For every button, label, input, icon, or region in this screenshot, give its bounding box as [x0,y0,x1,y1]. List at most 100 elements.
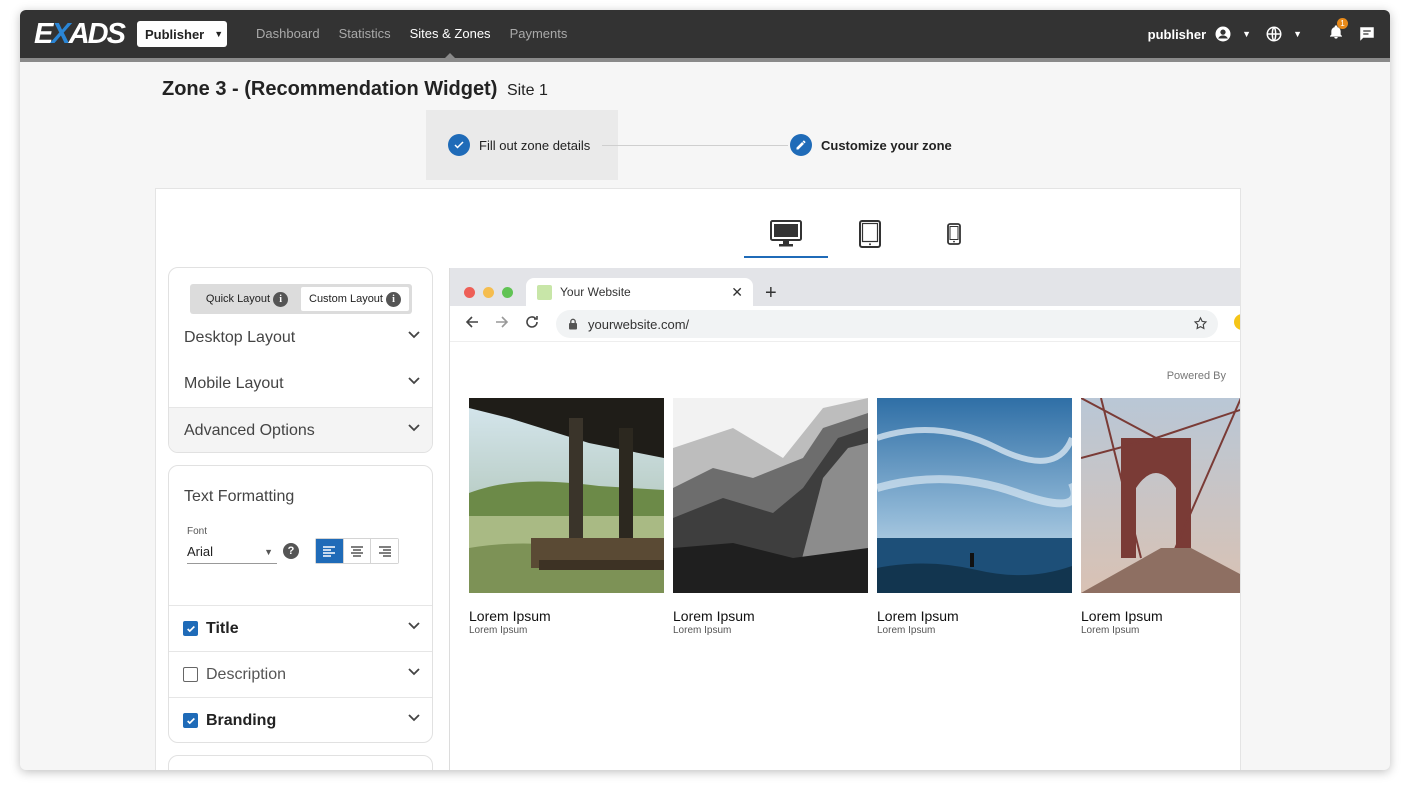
favicon-icon [537,284,552,300]
recommendation-title: Lorem Ipsum [877,608,959,624]
nav-accent-bar [20,58,1390,62]
notification-badge: 1 [1337,17,1348,29]
font-select[interactable]: Arial ▼ [187,540,277,564]
layout-card: Quick Layout i Custom Layout i Desktop L… [168,267,433,453]
url-text: yourwebsite.com/ [588,316,690,332]
lock-icon [569,318,577,330]
check-icon [448,134,470,156]
app-window: EXADS Publisher ▼ Dashboard Statistics S… [20,10,1390,770]
chat-icon[interactable] [1358,25,1376,43]
nav-link-statistics[interactable]: Statistics [339,10,391,58]
quick-layout-tab[interactable]: Quick Layout i [193,287,301,311]
window-maximize-dot [502,287,513,298]
website-preview: Your Website ✕ + yourwebsite.com/ Powere… [449,268,1240,770]
recommendation-description: Lorem Ipsum [877,625,936,636]
recommendation-image-mountain [673,398,868,593]
notifications-button[interactable]: 1 [1328,17,1348,46]
next-settings-card [168,755,433,770]
chevron-down-icon [408,331,420,339]
font-label: Font [187,526,208,537]
chevron-down-icon [408,668,420,676]
pencil-icon [790,134,812,156]
page-title: Zone 3 - (Recommendation Widget) Site 1 [162,78,548,101]
advanced-options-section[interactable]: Advanced Options [169,407,432,452]
username-label[interactable]: publisher [1148,27,1207,42]
exads-logo[interactable]: EXADS [34,18,126,51]
stepper-connector [602,145,788,146]
layout-mode-toggle: Quick Layout i Custom Layout i [190,284,412,314]
step-fill-details[interactable]: Fill out zone details [448,134,590,156]
top-navigation: EXADS Publisher ▼ Dashboard Statistics S… [20,10,1390,59]
option-description[interactable]: Description [169,651,432,697]
step-label: Fill out zone details [479,137,591,153]
text-align-group [315,538,399,564]
star-icon [1193,316,1208,330]
recommendation-description: Lorem Ipsum [1081,625,1140,636]
recommendation-item: Lorem Ipsum Lorem Ipsum [469,398,664,636]
recommendation-item: Lorem Ipsum Lorem Ipsum [875,398,1079,636]
site-name: Site 1 [506,82,548,99]
nav-link-sites-zones[interactable]: Sites & Zones [410,10,491,59]
option-branding[interactable]: Branding [169,697,432,742]
chevron-down-icon [408,377,420,385]
role-dropdown-label: Publisher [145,26,205,42]
browser-toolbar: yourwebsite.com/ [450,306,1240,342]
align-center-button[interactable] [343,539,372,563]
text-formatting-title: Text Formatting [184,488,295,505]
info-icon[interactable]: i [273,291,289,307]
window-minimize-dot [483,287,494,298]
recommendation-image-ocean [875,398,1079,593]
device-tab-tablet[interactable] [828,210,912,258]
nav-right: publisher ▼ ▼ 1 [1148,10,1376,58]
nav-link-dashboard[interactable]: Dashboard [256,10,320,58]
text-formatting-card: Text Formatting Font Arial ▼ ? Title Des… [168,465,433,743]
help-icon[interactable]: ? [283,543,299,559]
recommendation-item: Lorem Ipsum Lorem Ipsum [1080,397,1240,636]
caret-down-icon: ▼ [264,546,273,557]
back-arrow-icon [465,316,478,328]
close-icon: ✕ [731,284,743,300]
recommendation-item: Lorem Ipsum Lorem Ipsum [673,398,868,636]
step-label: Customize your zone [821,137,952,153]
description-checkbox[interactable] [183,667,198,682]
desktop-icon [770,220,802,247]
title-checkbox[interactable] [183,621,198,636]
recommendation-image-bridge [1080,397,1240,593]
mobile-layout-section[interactable]: Mobile Layout [169,361,432,407]
role-dropdown[interactable]: Publisher ▼ [137,21,227,47]
option-title[interactable]: Title [169,605,432,651]
align-left-button[interactable] [316,539,344,563]
language-caret-icon[interactable]: ▼ [1293,29,1302,39]
recommendation-description: Lorem Ipsum [673,625,732,636]
chevron-down-icon [408,622,420,630]
desktop-layout-section[interactable]: Desktop Layout [169,315,432,361]
mobile-icon [947,223,961,245]
plus-icon: + [765,282,777,304]
browser-tab-strip: Your Website ✕ + [450,268,1240,306]
zone-title: Zone 3 - (Recommendation Widget) [162,78,498,100]
branding-checkbox[interactable] [183,713,198,728]
align-center-icon [351,545,363,557]
tablet-icon [859,220,881,248]
nav-link-payments[interactable]: Payments [510,10,568,58]
nav-links: Dashboard Statistics Sites & Zones Payme… [256,10,586,59]
align-right-icon [378,545,391,557]
account-caret-icon[interactable]: ▼ [1242,29,1251,39]
recommendation-title: Lorem Ipsum [1081,608,1163,624]
chevron-down-icon [408,424,420,432]
info-icon[interactable]: i [385,291,401,307]
device-tab-mobile[interactable] [912,210,996,258]
recommendation-title: Lorem Ipsum [673,608,755,624]
caret-down-icon: ▼ [214,29,224,39]
recommendation-title: Lorem Ipsum [469,608,551,624]
globe-icon[interactable] [1265,25,1283,43]
device-tab-desktop[interactable] [744,210,828,258]
recommendation-description: Lorem Ipsum [469,625,528,636]
forward-arrow-icon [496,316,509,328]
chevron-down-icon [408,714,420,722]
step-customize-zone[interactable]: Customize your zone [790,134,952,156]
account-circle-icon[interactable] [1214,25,1232,43]
reload-icon [526,316,538,328]
align-right-button[interactable] [371,539,399,563]
custom-layout-tab[interactable]: Custom Layout i [301,287,409,311]
